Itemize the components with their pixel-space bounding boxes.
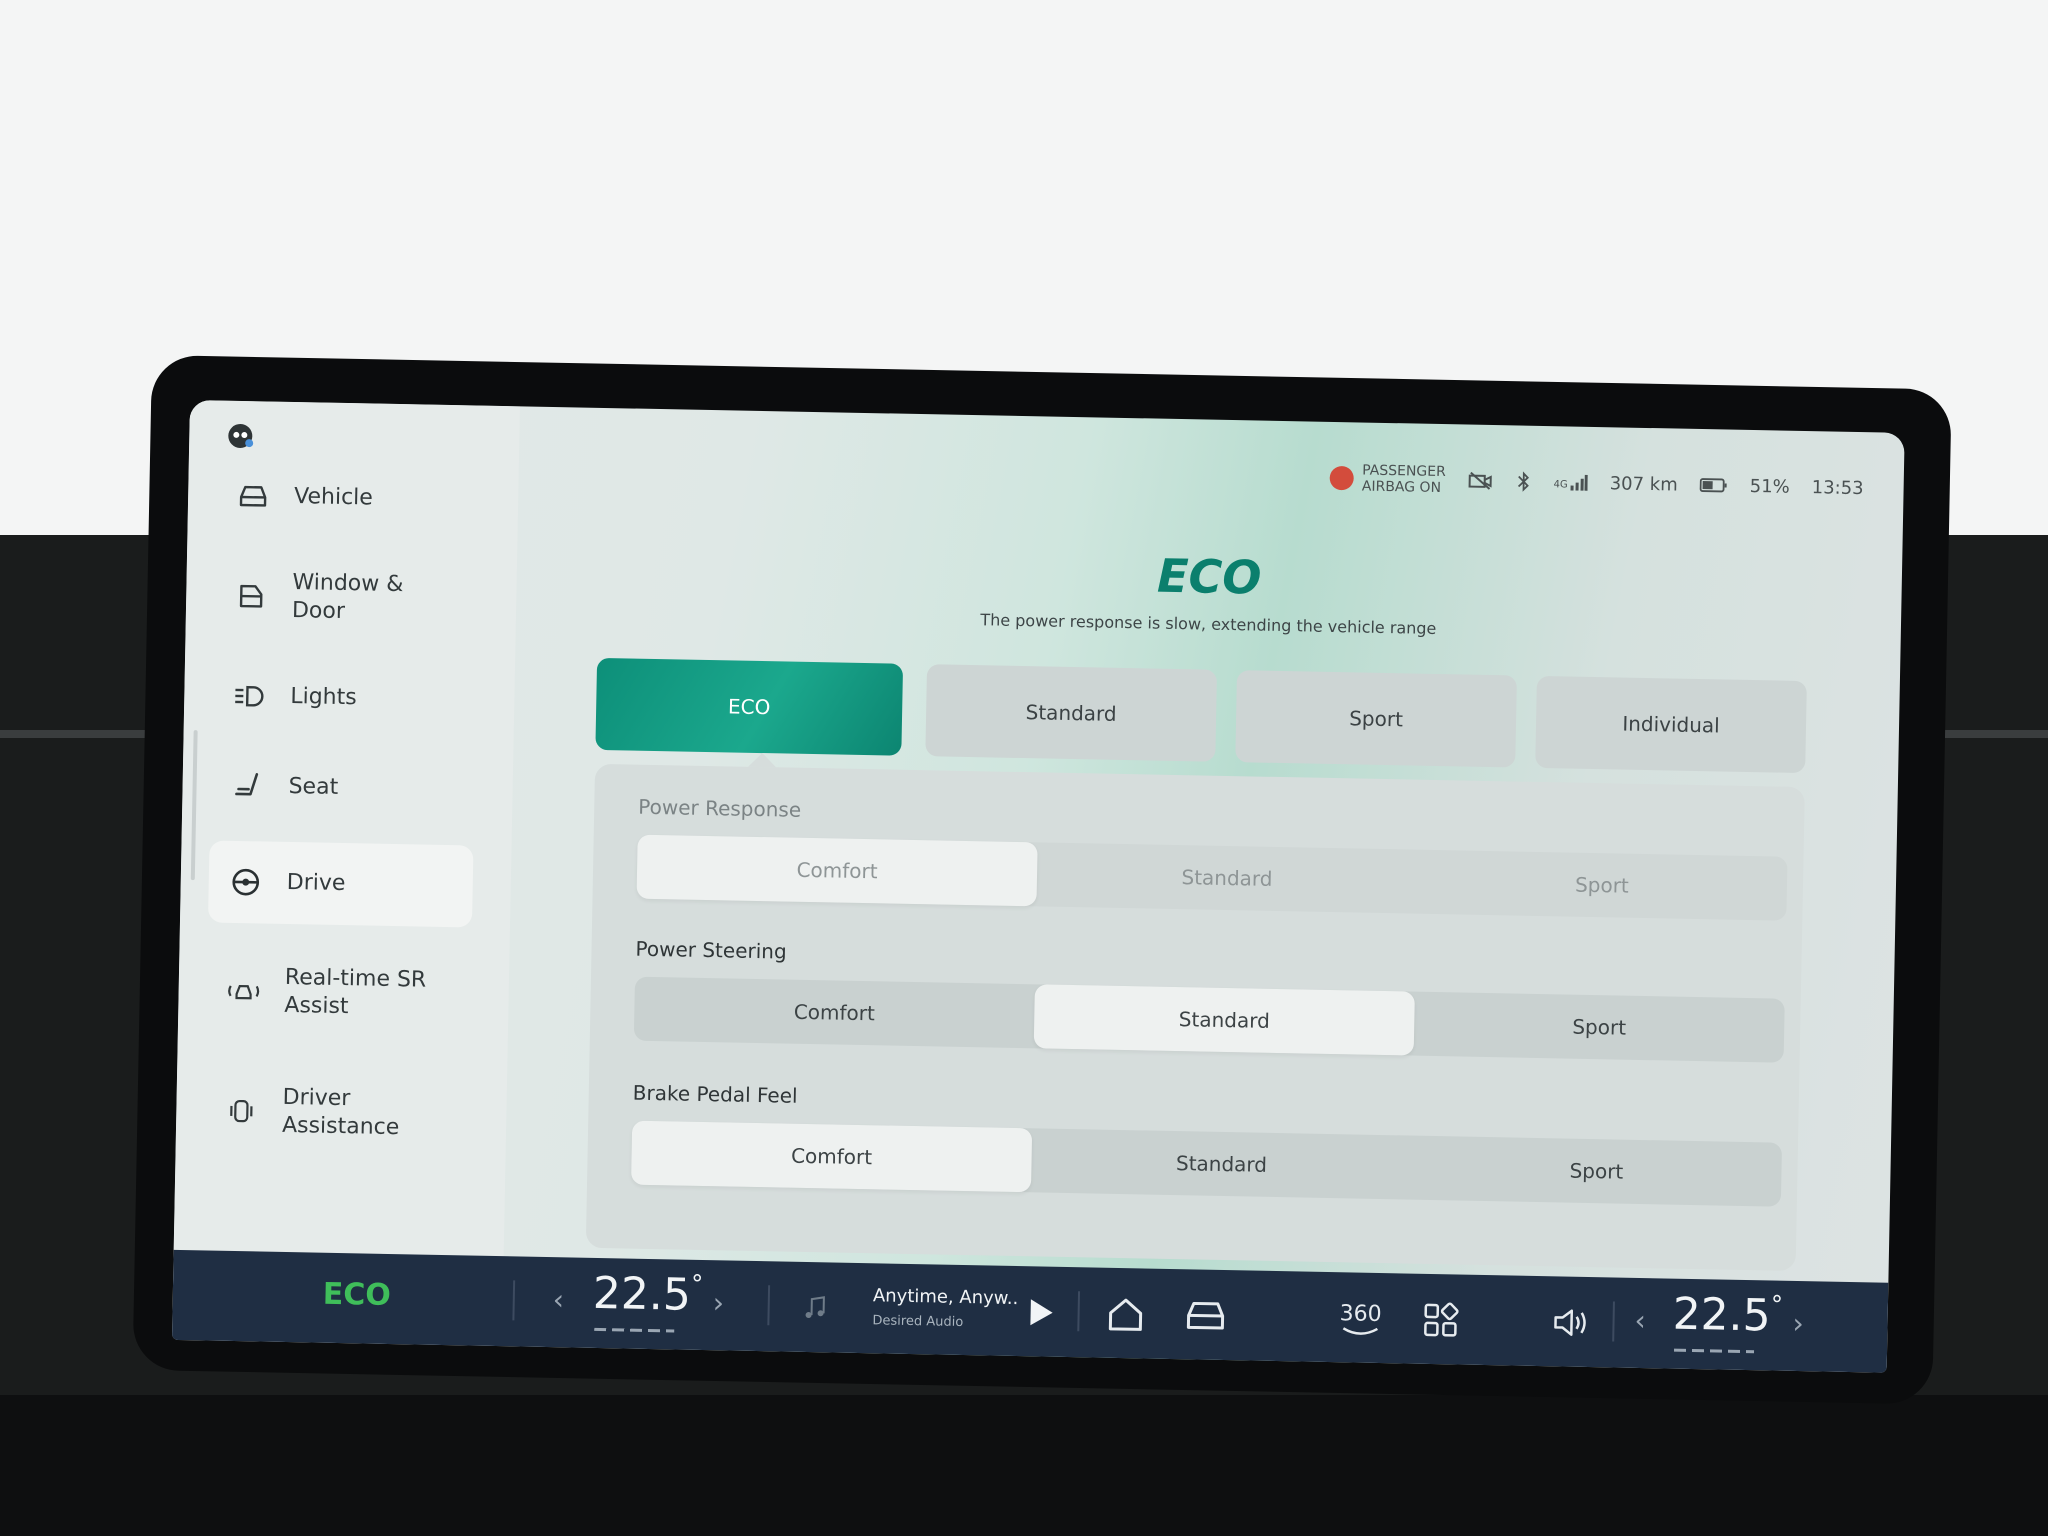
divider bbox=[1077, 1291, 1081, 1332]
power-response-sport[interactable]: Sport bbox=[1416, 850, 1787, 921]
seat-icon bbox=[226, 765, 269, 808]
power-steering-sport[interactable]: Sport bbox=[1414, 992, 1785, 1063]
right-temperature-degree: ° bbox=[1770, 1290, 1784, 1319]
sidebar-item-label: Window & Door bbox=[291, 570, 404, 625]
media-title[interactable]: Anytime, Anyw.. bbox=[873, 1285, 1019, 1309]
assistant-avatar-icon[interactable] bbox=[225, 421, 256, 452]
left-temp-level bbox=[594, 1327, 675, 1333]
battery-icon bbox=[1699, 478, 1727, 493]
tab-sport[interactable]: Sport bbox=[1235, 670, 1517, 768]
right-temperature-value: 22.5 bbox=[1672, 1288, 1772, 1342]
camera-360-label: 360 bbox=[1339, 1300, 1382, 1327]
sidebar-item-label: Driver Assistance bbox=[281, 1084, 400, 1141]
brake-pedal-standard[interactable]: Standard bbox=[1031, 1128, 1412, 1199]
airbag-line1: PASSENGER bbox=[1362, 462, 1446, 481]
camera-360-button[interactable]: 360 bbox=[1332, 1290, 1389, 1347]
sidebar-scroll-indicator[interactable] bbox=[190, 730, 198, 881]
sidebar-item-drive[interactable]: Drive bbox=[207, 840, 474, 928]
tab-individual[interactable]: Individual bbox=[1535, 675, 1807, 774]
music-note-icon bbox=[787, 1280, 844, 1337]
car-front-icon bbox=[1186, 1301, 1225, 1330]
right-temp-level bbox=[1674, 1348, 1755, 1354]
right-temperature[interactable]: 22.5° bbox=[1672, 1289, 1783, 1342]
sidebar-item-label: Real-time SR Assist bbox=[284, 964, 427, 1020]
sidebar-item-window-door[interactable]: Window & Door bbox=[213, 551, 479, 646]
sidebar-item-realtime-sr-assist[interactable]: Real-time SR Assist bbox=[206, 945, 472, 1040]
bluetooth-icon bbox=[1517, 471, 1529, 492]
power-response-label: Power Response bbox=[638, 794, 802, 822]
airbag-icon bbox=[1329, 465, 1355, 491]
brake-pedal-comfort[interactable]: Comfort bbox=[631, 1120, 1033, 1193]
tab-eco[interactable]: ECO bbox=[595, 657, 904, 756]
airbag-line2: AIRBAG ON bbox=[1361, 478, 1442, 497]
divider bbox=[1612, 1301, 1615, 1342]
tab-standard[interactable]: Standard bbox=[925, 664, 1218, 762]
battery-percent: 51% bbox=[1749, 475, 1790, 498]
power-steering-label: Power Steering bbox=[635, 936, 787, 964]
sidebar-item-seat[interactable]: Seat bbox=[210, 750, 475, 825]
brake-pedal-feel-label: Brake Pedal Feel bbox=[632, 1080, 798, 1108]
camera-off-icon bbox=[1468, 471, 1492, 490]
sidebar-item-driver-assistance[interactable]: Driver Assistance bbox=[204, 1065, 470, 1160]
divider bbox=[767, 1285, 771, 1326]
airbag-status: PASSENGER AIRBAG ON bbox=[1329, 462, 1446, 497]
left-temp-down-button[interactable]: ‹ bbox=[552, 1283, 564, 1316]
left-temperature[interactable]: 22.5° bbox=[592, 1268, 703, 1321]
sidebar-item-label: Lights bbox=[290, 683, 357, 711]
power-steering-standard[interactable]: Standard bbox=[1033, 984, 1415, 1056]
signal-indicator: 4G bbox=[1553, 474, 1588, 491]
cell-signal-icon bbox=[1570, 474, 1588, 491]
apps-button[interactable] bbox=[1412, 1292, 1469, 1349]
car-icon bbox=[232, 475, 275, 518]
network-type: 4G bbox=[1553, 479, 1568, 491]
drive-settings-panel: Power Response Comfort Standard Sport Po… bbox=[585, 763, 1805, 1271]
power-steering-selector[interactable]: Comfort Standard Sport bbox=[633, 976, 1785, 1063]
clock: 13:53 bbox=[1811, 476, 1864, 499]
power-response-selector[interactable]: Comfort Standard Sport bbox=[636, 834, 1788, 921]
dashboard-lower bbox=[0, 1395, 2048, 1536]
infotainment-screen: Vehicle Window & Door Lights Seat Drive bbox=[171, 400, 1905, 1373]
vehicle-button[interactable] bbox=[1177, 1287, 1234, 1344]
camera-360-icon: 360 bbox=[1339, 1301, 1382, 1337]
settings-sidebar: Vehicle Window & Door Lights Seat Drive bbox=[173, 400, 520, 1257]
sidebar-item-label: Seat bbox=[288, 773, 339, 800]
sidebar-item-lights[interactable]: Lights bbox=[212, 660, 477, 735]
drive-mode-tabs: ECO Standard Sport Individual bbox=[595, 657, 1807, 774]
home-icon bbox=[1108, 1298, 1143, 1331]
left-temp-up-button[interactable]: › bbox=[712, 1286, 724, 1319]
power-response-standard[interactable]: Standard bbox=[1036, 842, 1417, 913]
sr-assist-icon bbox=[222, 970, 265, 1013]
selected-tab-pointer bbox=[748, 752, 777, 768]
door-icon bbox=[230, 575, 273, 618]
headlight-icon bbox=[228, 675, 271, 718]
divider bbox=[512, 1280, 516, 1321]
sidebar-item-label: Drive bbox=[286, 869, 346, 897]
media-source: Desired Audio bbox=[872, 1313, 964, 1331]
driver-assist-icon bbox=[220, 1090, 263, 1133]
volume-button[interactable] bbox=[1542, 1294, 1599, 1351]
drive-mode-indicator[interactable]: ECO bbox=[323, 1277, 392, 1313]
brake-pedal-feel-selector[interactable]: Comfort Standard Sport bbox=[631, 1120, 1783, 1207]
sidebar-item-label: Vehicle bbox=[293, 484, 374, 511]
home-button[interactable] bbox=[1097, 1286, 1154, 1343]
right-temp-down-button[interactable]: ‹ bbox=[1634, 1304, 1646, 1337]
sidebar-item-vehicle[interactable]: Vehicle bbox=[215, 461, 480, 536]
power-response-comfort[interactable]: Comfort bbox=[636, 834, 1038, 907]
range-text: 307 km bbox=[1609, 472, 1678, 496]
play-icon bbox=[1030, 1299, 1053, 1326]
apps-grid-icon bbox=[1424, 1302, 1459, 1337]
play-button[interactable] bbox=[1012, 1284, 1069, 1341]
right-temp-up-button[interactable]: › bbox=[1792, 1307, 1804, 1340]
status-bar: PASSENGER AIRBAG ON 4G 307 km 51% 13:53 bbox=[1308, 461, 1864, 504]
power-steering-comfort[interactable]: Comfort bbox=[634, 977, 1035, 1049]
left-temperature-value: 22.5 bbox=[592, 1267, 692, 1321]
speaker-icon bbox=[1554, 1309, 1586, 1336]
steering-wheel-icon bbox=[224, 861, 267, 904]
brake-pedal-sport[interactable]: Sport bbox=[1411, 1136, 1782, 1207]
left-temperature-degree: ° bbox=[690, 1269, 704, 1299]
